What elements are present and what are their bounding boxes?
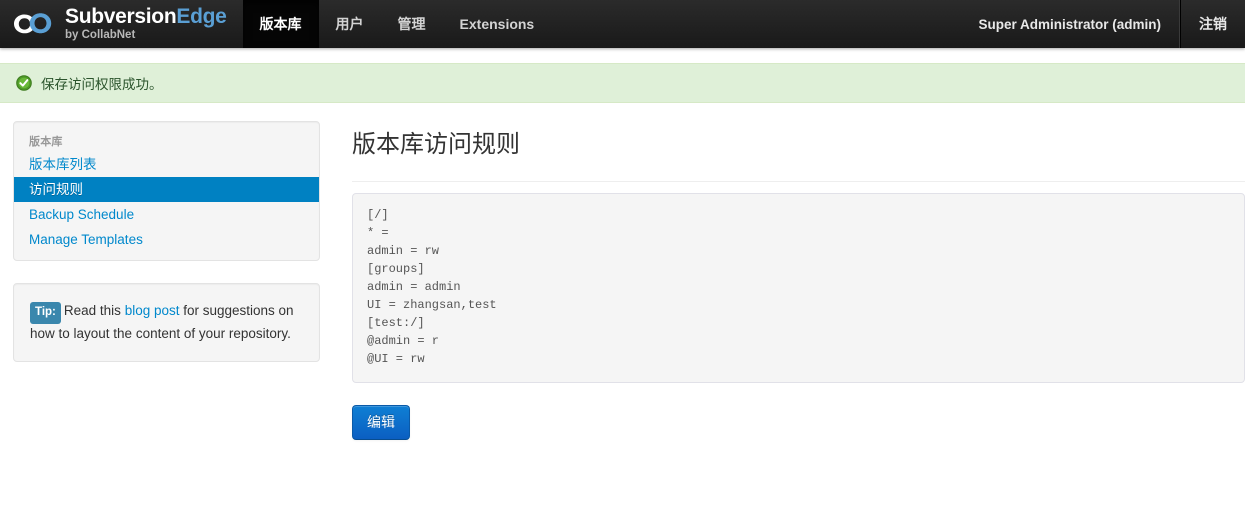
brand-logo-link[interactable]: SubversionEdge by CollabNet (0, 0, 243, 48)
collabnet-cloud-logo-icon (14, 13, 52, 34)
top-navbar: SubversionEdge by CollabNet 版本库 用户 管理 Ex… (0, 0, 1245, 48)
current-user-label: Super Administrator (admin) (960, 0, 1180, 48)
page-body: 版本库 版本库列表 访问规则 Backup Schedule Manage Te… (0, 103, 1245, 440)
sidebar-link-manage-templates[interactable]: Manage Templates (14, 227, 319, 252)
main-nav-tabs: 版本库 用户 管理 Extensions (242, 0, 552, 48)
access-rules-code-block: [/] * = admin = rw [groups] admin = admi… (352, 193, 1245, 383)
nav-tab-repositories[interactable]: 版本库 (242, 0, 319, 48)
sidebar-nav-list: 版本库 版本库列表 访问规则 Backup Schedule Manage Te… (14, 122, 319, 260)
sidebar-nav-well: 版本库 版本库列表 访问规则 Backup Schedule Manage Te… (13, 121, 320, 261)
brand-text: SubversionEdge by CollabNet (65, 6, 227, 42)
sidebar-group-header-item: 版本库 (14, 130, 319, 152)
tip-box: Tip: Read this blog post for suggestions … (13, 283, 320, 362)
edit-button[interactable]: 编辑 (352, 405, 410, 440)
nav-tab-extensions[interactable]: Extensions (443, 0, 552, 48)
sidebar-item-manage-templates[interactable]: Manage Templates (14, 227, 319, 252)
brand-title-secondary: Edge (176, 5, 227, 29)
success-check-icon (16, 75, 32, 91)
page-title: 版本库访问规则 (352, 131, 520, 158)
sidebar: 版本库 版本库列表 访问规则 Backup Schedule Manage Te… (13, 121, 320, 362)
main-content: 版本库访问规则 [/] * = admin = rw [groups] admi… (352, 121, 1245, 440)
sidebar-item-repository-list[interactable]: 版本库列表 (14, 152, 319, 177)
sidebar-item-backup-schedule[interactable]: Backup Schedule (14, 202, 319, 227)
tip-badge: Tip: (30, 302, 61, 324)
brand-title: SubversionEdge (65, 6, 227, 27)
sidebar-link-backup-schedule[interactable]: Backup Schedule (14, 202, 319, 227)
alert-message: 保存访问权限成功。 (41, 77, 163, 92)
sidebar-group-header: 版本库 (29, 136, 63, 148)
tip-blog-post-link[interactable]: blog post (125, 303, 180, 318)
brand-title-primary: Subversion (65, 5, 177, 29)
tip-text-before: Read this (63, 303, 121, 318)
title-divider (352, 181, 1245, 182)
nav-tab-administration[interactable]: 管理 (381, 0, 443, 48)
brand-subtitle: by CollabNet (65, 29, 136, 42)
sidebar-item-access-rules[interactable]: 访问规则 (14, 177, 319, 202)
sidebar-link-repository-list[interactable]: 版本库列表 (14, 152, 319, 177)
logout-link[interactable]: 注销 (1180, 0, 1245, 48)
navbar-right-section: Super Administrator (admin) 注销 (960, 0, 1245, 48)
nav-tab-users[interactable]: 用户 (319, 0, 381, 48)
sidebar-link-access-rules[interactable]: 访问规则 (14, 177, 319, 202)
success-alert-banner: 保存访问权限成功。 (0, 63, 1245, 103)
